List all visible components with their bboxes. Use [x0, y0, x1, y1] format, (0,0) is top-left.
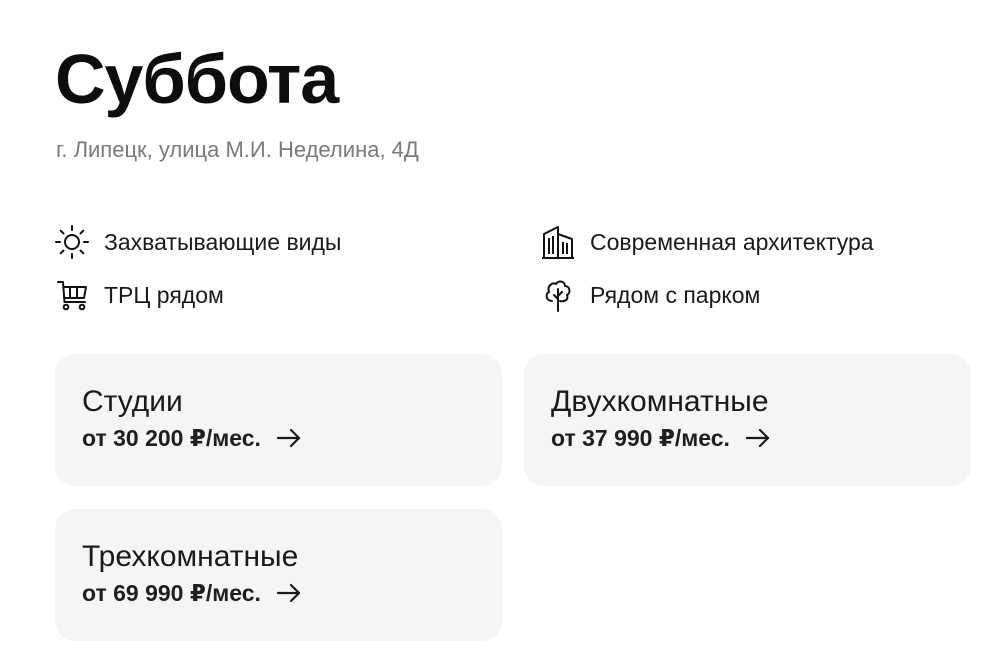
card-price: от 30 200 ₽/мес.	[82, 425, 261, 451]
page-title: Суббота	[55, 40, 339, 118]
card-price: от 37 990 ₽/мес.	[551, 425, 730, 451]
feature-label: ТРЦ рядом	[104, 282, 224, 308]
arrow-right-icon[interactable]	[275, 424, 303, 452]
card-studios[interactable]: Студии от 30 200 ₽/мес.	[55, 354, 502, 486]
price-row: от 30 200 ₽/мес.	[82, 424, 502, 452]
building-icon	[538, 222, 578, 262]
price-row: от 37 990 ₽/мес.	[551, 424, 971, 452]
shopping-cart-icon	[52, 275, 92, 315]
feature-label: Современная архитектура	[590, 229, 874, 255]
tree-icon	[538, 275, 578, 315]
feature-label: Рядом с парком	[590, 282, 761, 308]
feature-architecture: Современная архитектура	[538, 222, 874, 262]
feature-views: Захватывающие виды	[52, 222, 341, 262]
card-title: Студии	[82, 385, 183, 418]
arrow-right-icon[interactable]	[275, 579, 303, 607]
card-title: Трехкомнатные	[82, 540, 299, 573]
feature-park: Рядом с парком	[538, 275, 760, 315]
feature-mall: ТРЦ рядом	[52, 275, 224, 315]
card-price: от 69 990 ₽/мес.	[82, 580, 261, 606]
card-title: Двухкомнатные	[551, 385, 769, 418]
feature-label: Захватывающие виды	[104, 229, 342, 255]
address: г. Липецк, улица М.И. Неделина, 4Д	[56, 137, 419, 162]
card-three-room[interactable]: Трехкомнатные от 69 990 ₽/мес.	[55, 509, 502, 641]
price-row: от 69 990 ₽/мес.	[82, 579, 502, 607]
card-two-room[interactable]: Двухкомнатные от 37 990 ₽/мес.	[524, 354, 971, 486]
arrow-right-icon[interactable]	[744, 424, 772, 452]
sun-icon	[52, 222, 92, 262]
